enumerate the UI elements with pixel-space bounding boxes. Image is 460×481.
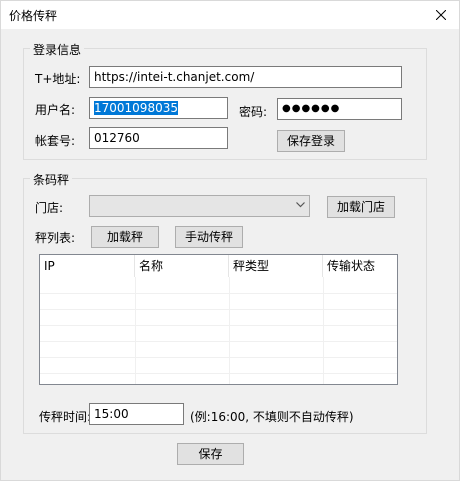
column-scale-type[interactable]: 秤类型	[229, 255, 323, 277]
load-scale-button[interactable]: 加载秤	[91, 226, 159, 248]
scale-list-label: 秤列表:	[35, 231, 76, 245]
transfer-time-input[interactable]: 15:00	[89, 403, 184, 425]
column-name[interactable]: 名称	[135, 255, 229, 277]
grid-line	[40, 373, 397, 374]
password-label: 密码:	[239, 105, 268, 119]
grid-line	[40, 293, 397, 294]
account-input[interactable]: 012760	[89, 127, 228, 149]
address-label: T+地址:	[35, 72, 81, 86]
table-header: IP 名称 秤类型 传输状态	[40, 255, 397, 277]
save-button[interactable]: 保存	[177, 443, 244, 465]
scale-table[interactable]: IP 名称 秤类型 传输状态	[39, 254, 398, 385]
transfer-time-hint: (例:16:00, 不填则不自动传秤)	[190, 410, 354, 424]
address-input[interactable]: https://intei-t.chanjet.com/	[89, 66, 402, 88]
username-label: 用户名:	[35, 103, 76, 117]
window-title: 价格传秤	[9, 9, 58, 23]
store-select[interactable]	[89, 195, 310, 217]
column-ip[interactable]: IP	[40, 255, 135, 277]
manual-transfer-button[interactable]: 手动传秤	[175, 226, 243, 248]
username-input[interactable]: 17001098035	[89, 97, 228, 119]
barcode-scale-legend: 条码秤	[30, 171, 73, 188]
price-transfer-window: 价格传秤 登录信息 T+地址: https://intei-t.chanjet.…	[0, 0, 460, 481]
grid-line	[40, 309, 397, 310]
grid-line	[40, 357, 397, 358]
account-label: 帐套号:	[35, 134, 76, 148]
save-login-button[interactable]: 保存登录	[277, 130, 345, 152]
login-info-legend: 登录信息	[30, 41, 85, 58]
title-bar: 价格传秤	[1, 1, 459, 29]
close-button[interactable]	[423, 1, 459, 29]
username-value: 17001098035	[94, 101, 178, 115]
column-transfer-status[interactable]: 传输状态	[323, 255, 397, 277]
load-store-button[interactable]: 加载门店	[327, 196, 395, 218]
password-input[interactable]: ●●●●●●	[277, 98, 402, 120]
grid-line	[40, 325, 397, 326]
grid-line	[40, 341, 397, 342]
chevron-down-icon	[296, 202, 305, 208]
store-label: 门店:	[35, 201, 64, 215]
close-icon	[436, 10, 446, 20]
transfer-time-label: 传秤时间:	[39, 410, 92, 424]
